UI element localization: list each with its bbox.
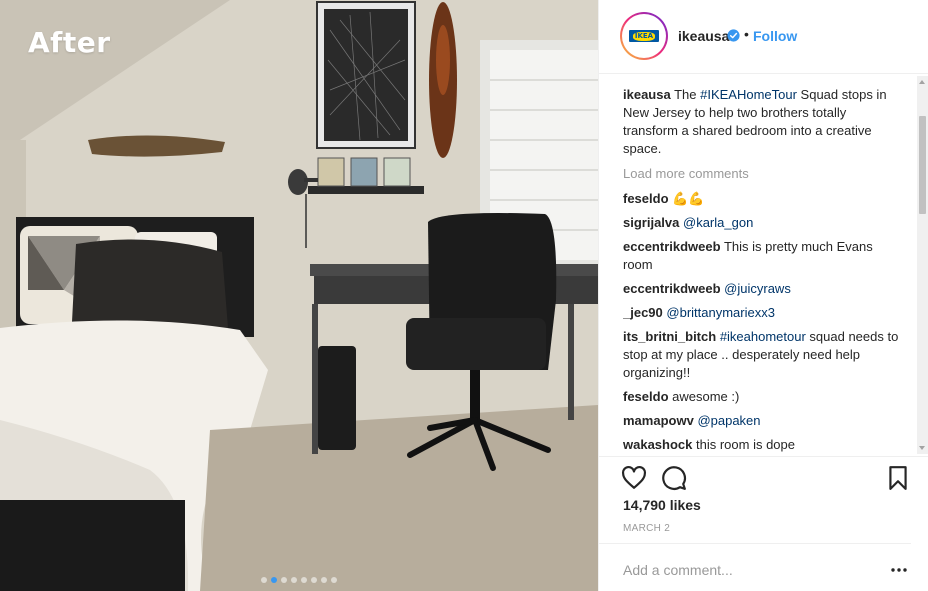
comment-text: awesome :) bbox=[672, 389, 740, 404]
post-date[interactable]: MARCH 2 bbox=[623, 523, 670, 534]
comment-mention[interactable]: @brittanymariexx3 bbox=[666, 305, 775, 320]
caption: ikeausa The #IKEAHomeTour Squad stops in… bbox=[623, 86, 903, 158]
scroll-down-arrow-icon[interactable] bbox=[919, 446, 925, 450]
add-comment-input[interactable] bbox=[623, 562, 863, 578]
comments-scrollbar[interactable] bbox=[917, 76, 928, 454]
ikea-logo: IKEA bbox=[625, 17, 663, 55]
carousel-dot bbox=[321, 577, 327, 583]
comment-item: eccentrikdweeb @juicyraws bbox=[623, 280, 903, 298]
comment-username[interactable]: feseldo bbox=[623, 389, 669, 404]
bookmark-icon[interactable] bbox=[885, 465, 911, 491]
verified-icon bbox=[727, 29, 740, 42]
comment-item: feseldo awesome :) bbox=[623, 388, 903, 406]
comment-item: its_britni_bitch #ikeahometour squad nee… bbox=[623, 328, 903, 382]
comment-username[interactable]: eccentrikdweeb bbox=[623, 281, 721, 296]
avatar[interactable]: IKEA bbox=[620, 12, 668, 60]
carousel-dot bbox=[311, 577, 317, 583]
comment-hashtag[interactable]: #ikeahometour bbox=[720, 329, 806, 344]
carousel-dot bbox=[261, 577, 267, 583]
after-label: After bbox=[28, 26, 111, 59]
post-photo[interactable]: After bbox=[0, 0, 598, 591]
carousel-dot bbox=[291, 577, 297, 583]
comment-username[interactable]: eccentrikdweeb bbox=[623, 239, 721, 254]
carousel-dot bbox=[331, 577, 337, 583]
comment-username[interactable]: wakashock bbox=[623, 437, 692, 452]
comment-item: wakashock this room is dope bbox=[623, 436, 903, 454]
carousel-dot-active bbox=[271, 577, 277, 583]
carousel-indicator bbox=[0, 577, 598, 583]
caption-hashtag[interactable]: #IKEAHomeTour bbox=[700, 87, 797, 102]
comment-item: mamapowv @papaken bbox=[623, 412, 903, 430]
post-details-panel: IKEA ikeausa • Follow ikeausa The #IKEAH… bbox=[598, 0, 928, 591]
comment-mention[interactable]: @juicyraws bbox=[724, 281, 791, 296]
caption-username[interactable]: ikeausa bbox=[623, 87, 671, 102]
load-more-comments[interactable]: Load more comments bbox=[623, 165, 903, 183]
separator-dot: • bbox=[744, 26, 749, 42]
username-link[interactable]: ikeausa bbox=[678, 28, 729, 44]
post-header: IKEA ikeausa • Follow bbox=[599, 0, 928, 74]
post-actions bbox=[599, 456, 928, 496]
carousel-dot bbox=[281, 577, 287, 583]
comment-username[interactable]: its_britni_bitch bbox=[623, 329, 716, 344]
comment-text: this room is dope bbox=[696, 437, 795, 452]
comments-list[interactable]: ikeausa The #IKEAHomeTour Squad stops in… bbox=[623, 86, 903, 456]
carousel-dot bbox=[301, 577, 307, 583]
caption-text-pre: The bbox=[674, 87, 701, 102]
comment-mention[interactable]: @karla_gon bbox=[683, 215, 753, 230]
comment-username[interactable]: _jec90 bbox=[623, 305, 663, 320]
scroll-up-arrow-icon[interactable] bbox=[919, 80, 925, 84]
comment-item: _jec90 @brittanymariexx3 bbox=[623, 304, 903, 322]
comment-username[interactable]: feseldo bbox=[623, 191, 669, 206]
more-icon[interactable] bbox=[891, 568, 907, 572]
follow-button[interactable]: Follow bbox=[753, 28, 797, 44]
add-comment-section bbox=[599, 543, 911, 591]
comment-item: feseldo 💪💪 bbox=[623, 190, 903, 208]
like-count[interactable]: 14,790 likes bbox=[623, 497, 701, 513]
scrollbar-thumb[interactable] bbox=[919, 116, 926, 214]
bedroom-photo bbox=[0, 0, 598, 591]
comment-icon[interactable] bbox=[661, 465, 687, 491]
comment-username[interactable]: mamapowv bbox=[623, 413, 694, 428]
heart-icon[interactable] bbox=[621, 465, 647, 491]
comment-text: 💪💪 bbox=[672, 191, 705, 206]
comment-username[interactable]: sigrijalva bbox=[623, 215, 679, 230]
comment-item: sigrijalva @karla_gon bbox=[623, 214, 903, 232]
ikea-logo-text: IKEA bbox=[632, 31, 656, 41]
comment-mention[interactable]: @papaken bbox=[697, 413, 760, 428]
comment-item: eccentrikdweeb This is pretty much Evans… bbox=[623, 238, 903, 274]
